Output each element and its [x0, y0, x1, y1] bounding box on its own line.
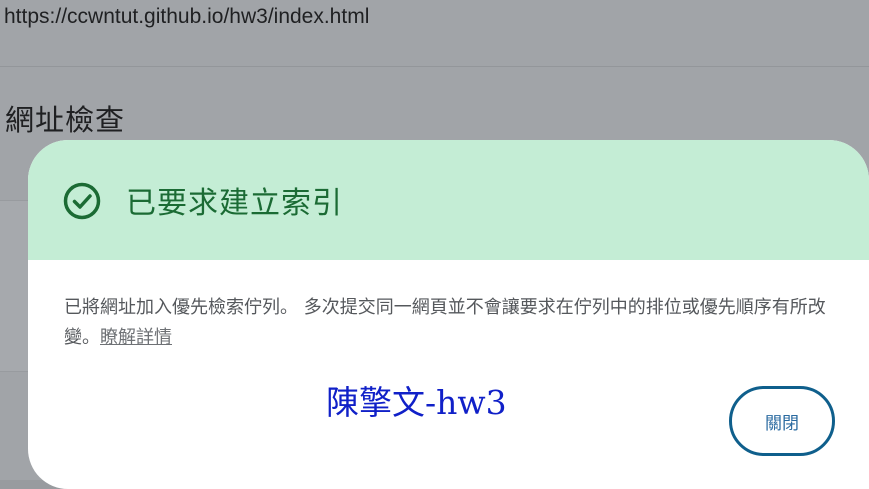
- divider: [0, 66, 869, 67]
- page-url: https://ccwntut.github.io/hw3/index.html: [4, 5, 370, 28]
- learn-more-link[interactable]: 瞭解詳情: [100, 327, 172, 348]
- background-card: [0, 200, 28, 372]
- check-circle-icon: [63, 182, 101, 220]
- dialog-message: 已將網址加入優先檢索佇列。 多次提交同一網頁並不會讓要求在佇列中的排位或優先順序…: [64, 293, 834, 353]
- dialog-header: 已要求建立索引: [28, 140, 869, 260]
- page: https://ccwntut.github.io/hw3/index.html…: [0, 0, 869, 489]
- message-text: 已將網址加入優先檢索佇列。 多次提交同一網頁並不會讓要求在佇列中的排位或優先順序…: [64, 297, 826, 348]
- author-signature: 陳擎文-hw3: [326, 383, 507, 422]
- close-button[interactable]: 關閉: [729, 386, 835, 456]
- page-heading: 網址檢查: [5, 103, 126, 137]
- dialog-title: 已要求建立索引: [126, 186, 343, 221]
- indexing-requested-dialog: 已要求建立索引 已將網址加入優先檢索佇列。 多次提交同一網頁並不會讓要求在佇列中…: [28, 140, 869, 489]
